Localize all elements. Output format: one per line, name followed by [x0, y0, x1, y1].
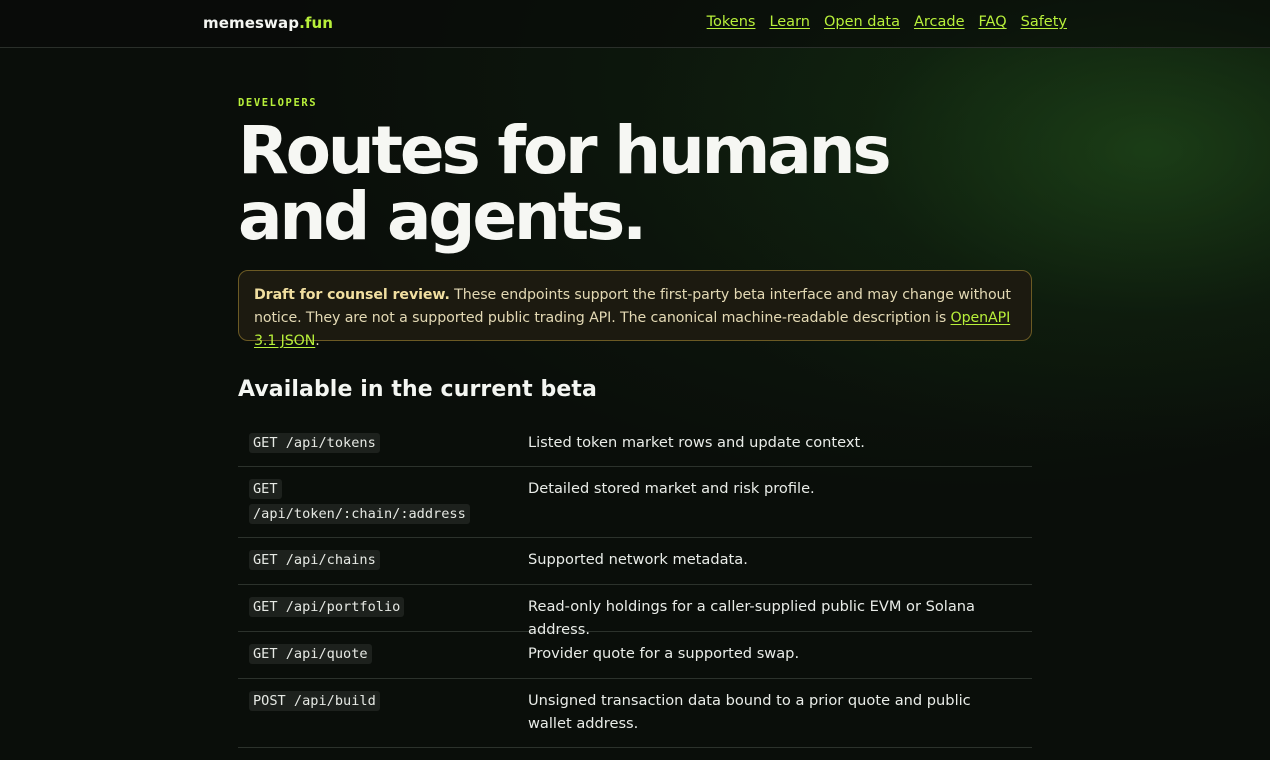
- notice-end: .: [315, 333, 320, 349]
- main-nav: Tokens Learn Open data Arcade FAQ Safety: [707, 14, 1067, 30]
- brand-logo-link[interactable]: memeswap.fun: [203, 14, 333, 32]
- routes-table: GET /api/tokens Listed token market rows…: [238, 420, 1032, 748]
- top-navigation-bar: memeswap.fun Tokens Learn Open data Arca…: [0, 0, 1270, 48]
- route-method-path: GET /api/portfolio: [249, 597, 405, 617]
- page-title: Routes for humans and agents.: [238, 112, 892, 255]
- route-method-path: GET /api/token/:chain/:address: [249, 479, 470, 524]
- route-method-path: GET /api/chains: [249, 550, 380, 570]
- route-path-cell: GET /api/token/:chain/:address: [249, 477, 499, 527]
- table-row: GET /api/chains Supported network metada…: [238, 538, 1032, 585]
- route-description: Unsigned transaction data bound to a pri…: [528, 692, 971, 732]
- table-row: GET /api/tokens Listed token market rows…: [238, 420, 1032, 467]
- nav-link-open-data[interactable]: Open data: [824, 14, 900, 30]
- notice-bold-lead: Draft for counsel review.: [254, 287, 450, 303]
- brand-name: memeswap: [203, 14, 300, 32]
- table-row: GET /api/token/:chain/:address Detailed …: [238, 467, 1032, 538]
- route-path-cell: POST /api/build: [249, 689, 499, 714]
- table-row: POST /api/build Unsigned transaction dat…: [238, 679, 1032, 748]
- route-description: Provider quote for a supported swap.: [528, 645, 800, 662]
- route-description: Detailed stored market and risk profile.: [528, 480, 815, 497]
- nav-link-safety[interactable]: Safety: [1021, 14, 1067, 30]
- draft-notice-callout: Draft for counsel review. These endpoint…: [238, 270, 1032, 349]
- nav-link-arcade[interactable]: Arcade: [914, 14, 965, 30]
- section-eyebrow: DEVELOPERS: [238, 97, 318, 109]
- route-path-cell: GET /api/chains: [249, 548, 499, 573]
- route-method-path: POST /api/build: [249, 691, 380, 711]
- route-path-cell: GET /api/portfolio: [249, 595, 499, 620]
- nav-link-learn[interactable]: Learn: [769, 14, 810, 30]
- route-path-cell: GET /api/quote: [249, 642, 499, 667]
- route-description: Listed token market rows and update cont…: [528, 434, 865, 451]
- brand-tld: .fun: [299, 14, 334, 32]
- route-description: Supported network metadata.: [528, 551, 748, 568]
- routes-section-title: Available in the current beta: [238, 377, 597, 402]
- table-row: GET /api/quote Provider quote for a supp…: [238, 632, 1032, 679]
- route-method-path: GET /api/tokens: [249, 433, 380, 453]
- route-path-cell: GET /api/tokens: [249, 431, 499, 456]
- nav-link-tokens[interactable]: Tokens: [707, 14, 756, 30]
- nav-link-faq[interactable]: FAQ: [979, 14, 1007, 30]
- route-method-path: GET /api/quote: [249, 644, 372, 664]
- table-row: GET /api/portfolio Read-only holdings fo…: [238, 585, 1032, 638]
